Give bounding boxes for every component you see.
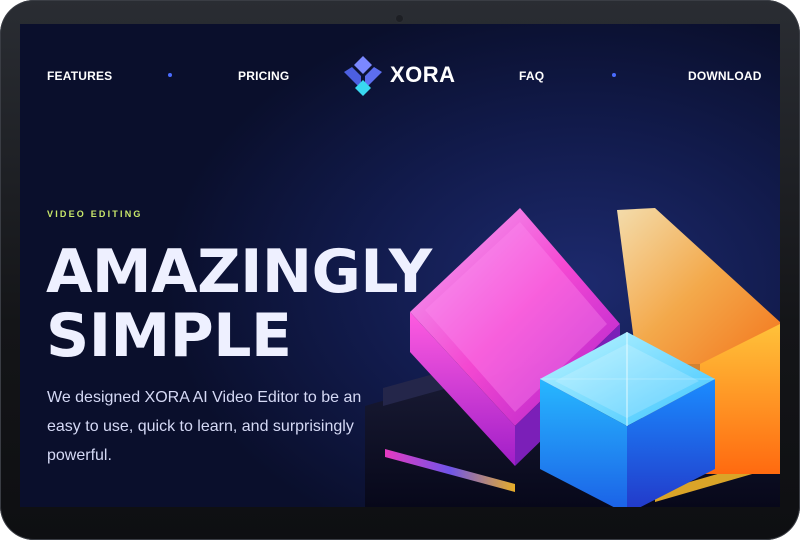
logo-text: XORA	[390, 62, 456, 87]
screen: FEATURES PRICING XORA FAQ DOWNLOAD VIDEO…	[20, 24, 780, 507]
nav-download[interactable]: DOWNLOAD	[688, 69, 762, 83]
laptop-frame: FEATURES PRICING XORA FAQ DOWNLOAD VIDEO…	[0, 0, 800, 540]
nav-features[interactable]: FEATURES	[47, 69, 112, 83]
xora-logo-icon	[344, 56, 382, 96]
top-nav: FEATURES PRICING XORA FAQ DOWNLOAD	[20, 24, 780, 124]
xora-logo[interactable]: XORA	[342, 54, 462, 98]
nav-pricing[interactable]: PRICING	[238, 69, 289, 83]
nav-faq[interactable]: FAQ	[519, 69, 544, 83]
nav-separator-dot	[168, 73, 172, 77]
nav-separator-dot	[612, 73, 616, 77]
glowing-cubes-illustration	[365, 208, 780, 507]
hero-eyebrow: VIDEO EDITING	[47, 209, 143, 219]
hero-description: We designed XORA AI Video Editor to be a…	[47, 389, 362, 464]
camera-dot	[396, 15, 403, 22]
